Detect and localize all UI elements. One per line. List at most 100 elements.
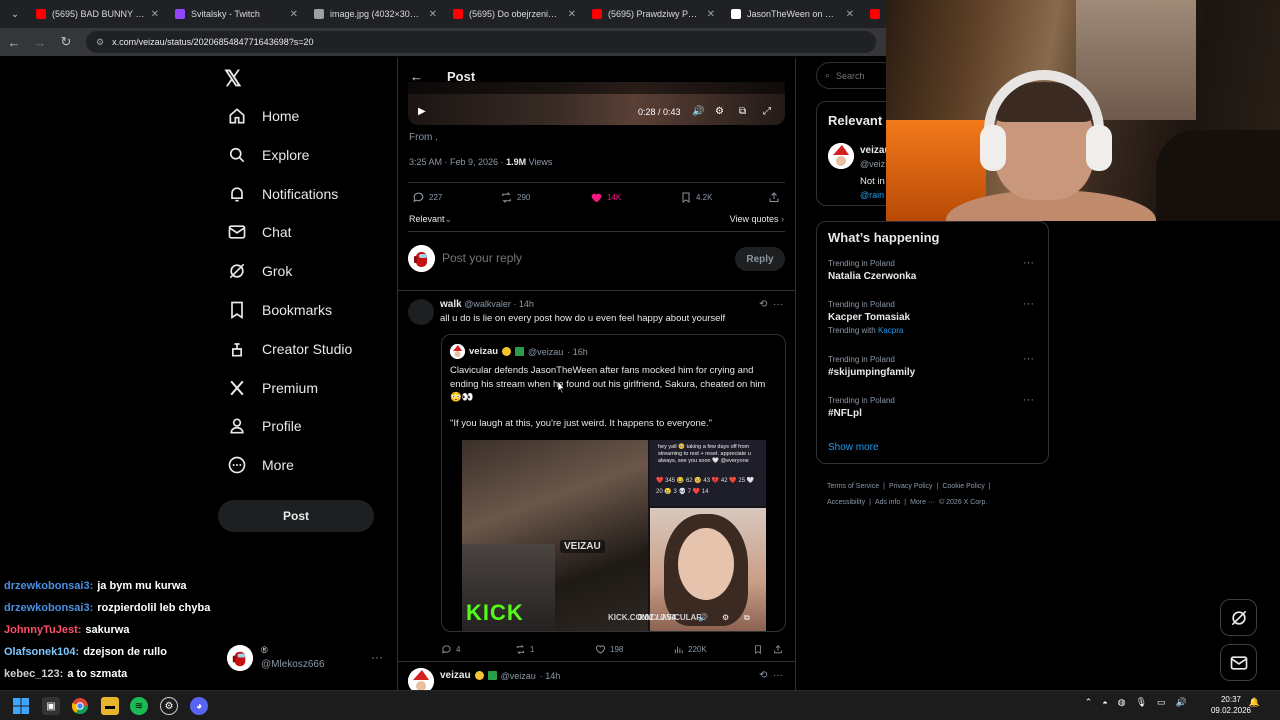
search-input[interactable]: ⌕ Search bbox=[816, 62, 896, 89]
bookmark-action[interactable]: 4.2K bbox=[680, 191, 712, 204]
tray-app-icon[interactable]: ◓ bbox=[1102, 698, 1107, 708]
like-action[interactable]: 14K bbox=[590, 191, 621, 204]
app-icon[interactable]: ⚙ bbox=[160, 697, 178, 715]
reload-icon[interactable]: ↻ bbox=[54, 30, 78, 54]
trend-more-icon[interactable]: ··· bbox=[1023, 353, 1034, 365]
close-tab-icon[interactable]: ✕ bbox=[151, 9, 159, 20]
avatar[interactable] bbox=[828, 143, 854, 169]
forward-icon[interactable]: → bbox=[28, 30, 52, 54]
x-logo-icon[interactable]: 𝕏 bbox=[224, 66, 248, 91]
repost-action[interactable]: 290 bbox=[500, 191, 530, 204]
trend-more-icon[interactable]: ··· bbox=[1023, 298, 1034, 310]
footer-link[interactable]: © 2026 X Corp. bbox=[939, 499, 987, 506]
nav-item-chat[interactable]: Chat bbox=[220, 214, 292, 250]
browser-tab[interactable]: image.jpg (4032×3024) ✕ bbox=[306, 0, 445, 28]
account-handle[interactable]: @Mlekosz666 bbox=[261, 659, 325, 670]
volume-icon[interactable]: 🔊 bbox=[698, 613, 708, 622]
nav-item-premium[interactable]: Premium bbox=[220, 370, 318, 406]
nav-item-more[interactable]: More bbox=[220, 447, 294, 483]
share-action[interactable] bbox=[773, 644, 783, 655]
reply-button[interactable]: Reply bbox=[735, 247, 785, 271]
repost-action[interactable]: 1 bbox=[515, 644, 534, 655]
chat-username[interactable]: drzewkobonsai3: bbox=[4, 602, 93, 614]
spotify-icon[interactable]: ≋ bbox=[130, 697, 148, 715]
post-timestamp[interactable]: 3:25 AM · Feb 9, 2026 · bbox=[409, 157, 506, 167]
tweet-time[interactable]: · 14h bbox=[513, 299, 534, 309]
tray-app-icon[interactable]: ◍ bbox=[1118, 697, 1126, 708]
play-icon[interactable]: ▶ bbox=[418, 106, 426, 117]
nav-item-notifications[interactable]: Notifications bbox=[220, 176, 338, 212]
close-tab-icon[interactable]: ✕ bbox=[707, 9, 715, 20]
nav-item-creator-studio[interactable]: Creator Studio bbox=[220, 331, 352, 367]
trend-item[interactable]: Trending in Poland Natalia Czerwonka ··· bbox=[828, 257, 1040, 282]
back-arrow-icon[interactable]: ← bbox=[410, 69, 423, 84]
more-icon[interactable]: ··· bbox=[773, 299, 783, 310]
close-tab-icon[interactable]: ✕ bbox=[846, 9, 854, 20]
nav-item-grok[interactable]: Grok bbox=[220, 253, 292, 289]
trend-more-icon[interactable]: ··· bbox=[1023, 257, 1034, 269]
author-handle[interactable]: @walkvaler bbox=[464, 299, 511, 309]
trend-more-icon[interactable]: ··· bbox=[1023, 394, 1034, 406]
post-button[interactable]: Post bbox=[218, 500, 374, 532]
clock[interactable]: 20:37 09.02.2026 bbox=[1207, 694, 1255, 716]
windows-start-icon[interactable] bbox=[12, 697, 30, 715]
browser-tab[interactable]: (5695) Prawdziwy Powód ✕ bbox=[584, 0, 723, 28]
author-name[interactable]: walk bbox=[440, 299, 462, 310]
quoted-video[interactable]: VEIZAU KICK hey yall 🥺 taking a few days… bbox=[462, 440, 766, 631]
chrome-icon[interactable] bbox=[71, 697, 89, 715]
like-action[interactable]: 198 bbox=[595, 644, 623, 655]
footer-link[interactable]: Terms of Service bbox=[827, 483, 879, 490]
nav-item-explore[interactable]: Explore bbox=[220, 137, 309, 173]
avatar[interactable] bbox=[408, 668, 434, 690]
nav-item-bookmarks[interactable]: Bookmarks bbox=[220, 292, 332, 328]
quoted-tweet[interactable]: veizau @veizau · 16h Clavicular defends … bbox=[441, 334, 786, 632]
network-icon[interactable]: ▭ bbox=[1157, 697, 1166, 708]
trend-with-link[interactable]: Kacpra bbox=[878, 326, 903, 335]
reply-action[interactable]: 4 bbox=[441, 644, 460, 655]
browser-tab[interactable]: JasonTheWeen on X: "http ✕ bbox=[723, 0, 862, 28]
tray-chevron-icon[interactable]: ⌃ bbox=[1085, 697, 1093, 708]
messages-button[interactable] bbox=[1220, 644, 1257, 681]
chat-username[interactable]: JohnnyTuJest: bbox=[4, 624, 81, 636]
bookmark-action[interactable] bbox=[753, 644, 763, 655]
trend-item[interactable]: Trending in Poland #skijumpingfamily ··· bbox=[828, 353, 1040, 378]
reply-tweet[interactable]: walk @walkvaler · 14h ⟲ ··· all u do is … bbox=[398, 291, 795, 655]
more-icon[interactable]: ··· bbox=[773, 670, 783, 681]
sort-dropdown[interactable]: Relevant⌄ bbox=[409, 214, 452, 224]
footer-link[interactable]: Accessibility bbox=[827, 499, 865, 506]
close-tab-icon[interactable]: ✕ bbox=[429, 9, 437, 20]
reply-action[interactable]: 227 bbox=[412, 191, 442, 204]
browser-tab[interactable]: (5695) BAD BUNNY x DRA ✕ bbox=[28, 0, 167, 28]
nav-item-profile[interactable]: Profile bbox=[220, 408, 302, 444]
footer-link[interactable]: More ··· bbox=[910, 499, 935, 506]
trend-item[interactable]: Trending in Poland Kacper Tomasiak Trendin… bbox=[828, 298, 1040, 335]
app-icon[interactable]: ▣ bbox=[42, 697, 60, 715]
tab-search-button[interactable]: ⌄ bbox=[2, 3, 28, 25]
back-icon[interactable]: ← bbox=[2, 30, 26, 54]
grok-icon[interactable]: ⟲ bbox=[759, 299, 767, 310]
discord-icon[interactable]: ◕ bbox=[190, 697, 208, 715]
site-info-icon[interactable]: ⚙ bbox=[96, 37, 104, 48]
avatar[interactable] bbox=[408, 299, 434, 325]
browser-tab[interactable]: (5695) Do obejrzenia - Yo ✕ bbox=[445, 0, 584, 28]
file-explorer-icon[interactable]: ▬ bbox=[101, 697, 119, 715]
browser-tab[interactable]: Svitalsky - Twitch ✕ bbox=[167, 0, 306, 28]
share-action[interactable] bbox=[768, 191, 780, 204]
grok-button[interactable] bbox=[1220, 599, 1257, 636]
avatar[interactable] bbox=[227, 645, 253, 671]
chat-username[interactable]: Olafsonek104: bbox=[4, 646, 79, 658]
fullscreen-icon[interactable]: ⤢ bbox=[763, 106, 771, 117]
view-quotes-link[interactable]: View quotes › bbox=[730, 214, 784, 224]
microphone-icon[interactable]: 🎙 bbox=[1136, 697, 1147, 708]
nav-item-home[interactable]: Home bbox=[220, 98, 299, 134]
chat-username[interactable]: kebec_123: bbox=[4, 668, 63, 680]
relevant-link[interactable]: @rain bbox=[860, 190, 884, 200]
url-field[interactable]: ⚙ x.com/veizau/status/202068548477164369… bbox=[86, 31, 876, 53]
volume-icon[interactable]: 🔊 bbox=[1176, 697, 1187, 708]
trend-item[interactable]: Trending in Poland #NFLpl ··· bbox=[828, 394, 1040, 419]
settings-icon[interactable]: ⚙ bbox=[722, 613, 729, 622]
grok-icon[interactable]: ⟲ bbox=[759, 670, 767, 681]
close-tab-icon[interactable]: ✕ bbox=[568, 9, 576, 20]
pip-icon[interactable]: ⧉ bbox=[744, 613, 750, 623]
footer-link[interactable]: Cookie Policy bbox=[942, 483, 984, 490]
